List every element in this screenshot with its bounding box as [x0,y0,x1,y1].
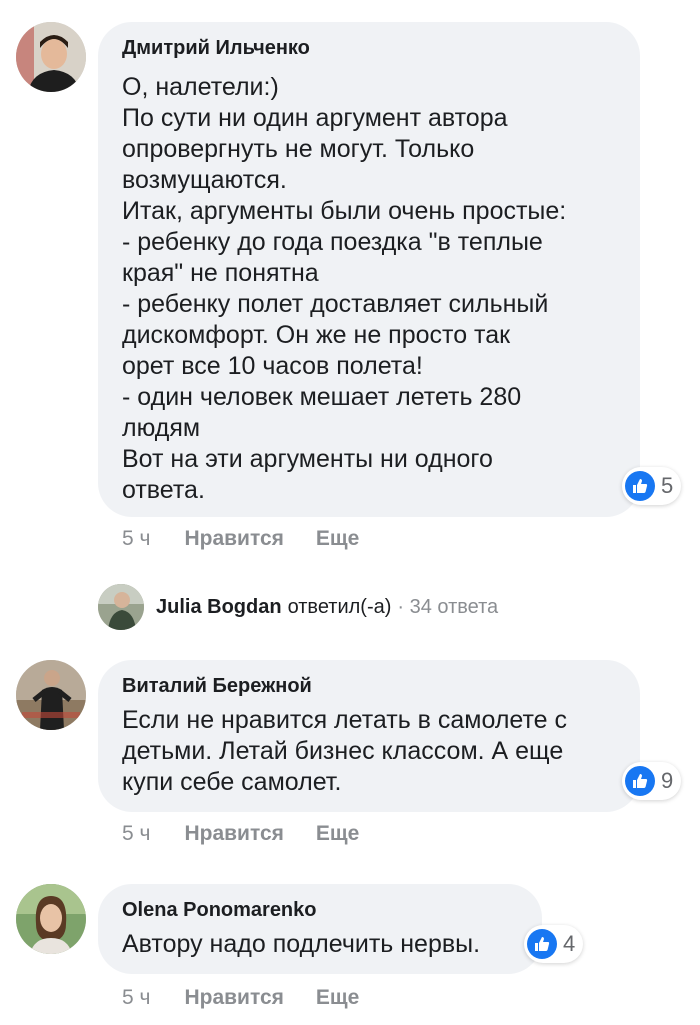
like-icon [527,929,557,959]
avatar[interactable] [16,884,86,954]
comment-author[interactable]: Olena Ponomarenko [122,899,317,922]
comment-line: опровергнуть не могут. Только [122,135,475,163]
comment-actions: 5 ч Нравится Еще [122,524,391,554]
more-button[interactable]: Еще [316,986,359,1010]
comment-line: дискомфорт. Он же не просто так [122,321,511,349]
comment-author[interactable]: Дмитрий Ильченко [122,37,310,60]
comment-actions: 5 ч Нравится Еще [122,983,391,1013]
more-button[interactable]: Еще [316,527,359,551]
like-icon [625,766,655,796]
like-count: 4 [563,931,576,956]
timestamp[interactable]: 5 ч [122,986,150,1010]
comment-line: По сути ни один аргумент автора [122,104,508,132]
like-button[interactable]: Нравится [184,527,283,551]
like-count: 5 [661,473,674,498]
comment-line: детьми. Летай бизнес классом. А еще [122,737,564,765]
comment-text: О, налетели:) По сути ни один аргумент а… [122,72,566,506]
reply-avatar [98,584,144,630]
reaction-count[interactable]: 4 [524,925,584,963]
comment-line: людям [122,414,201,442]
comment-author[interactable]: Виталий Бережной [122,675,312,698]
replies-link[interactable]: Julia Bogdan ответил(-а) · 34 ответа [98,584,498,630]
comment-line: возмущаются. [122,166,287,194]
like-button[interactable]: Нравится [184,822,283,846]
comment-bubble: Olena Ponomarenko Автору надо подлечить … [98,884,542,974]
reply-author[interactable]: Julia Bogdan [156,596,282,619]
like-count: 9 [661,768,674,793]
comment-line: купи себе самолет. [122,768,342,796]
timestamp[interactable]: 5 ч [122,822,150,846]
like-icon [625,471,655,501]
like-button[interactable]: Нравится [184,986,283,1010]
reply-count[interactable]: · 34 ответа [397,596,498,619]
comment-bubble: Виталий Бережной Если не нравится летать… [98,660,640,812]
comment-line: Автору надо подлечить нервы. [122,930,481,958]
more-button[interactable]: Еще [316,822,359,846]
comment-text: Автору надо подлечить нервы. [122,929,480,960]
comment-line: Итак, аргументы были очень простые: [122,197,567,225]
reaction-count[interactable]: 5 [622,467,682,505]
comment-actions: 5 ч Нравится Еще [122,819,391,849]
comment-line: Вот на эти аргументы ни одного [122,445,493,473]
reply-verb: ответил(-а) [287,595,392,618]
comment-bubble: Дмитрий Ильченко О, налетели:) По сути н… [98,22,640,517]
comment-text: Если не нравится летать в самолете с дет… [122,705,567,798]
avatar[interactable] [16,660,86,730]
comment-line: - ребенку до года поездка "в теплые [122,228,543,256]
timestamp[interactable]: 5 ч [122,527,150,551]
comment-line: ответа. [122,476,205,504]
reaction-count[interactable]: 9 [622,762,682,800]
comment-line: - один человек мешает лететь 280 [122,383,522,411]
avatar[interactable] [16,22,86,92]
comment-line: орет все 10 часов полета! [122,352,423,380]
comment-line: - ребенку полет доставляет сильный [122,290,549,318]
comment-line: Если не нравится летать в самолете с [122,706,568,734]
comment-line: О, налетели:) [122,73,279,101]
comment-line: края" не понятна [122,259,319,287]
